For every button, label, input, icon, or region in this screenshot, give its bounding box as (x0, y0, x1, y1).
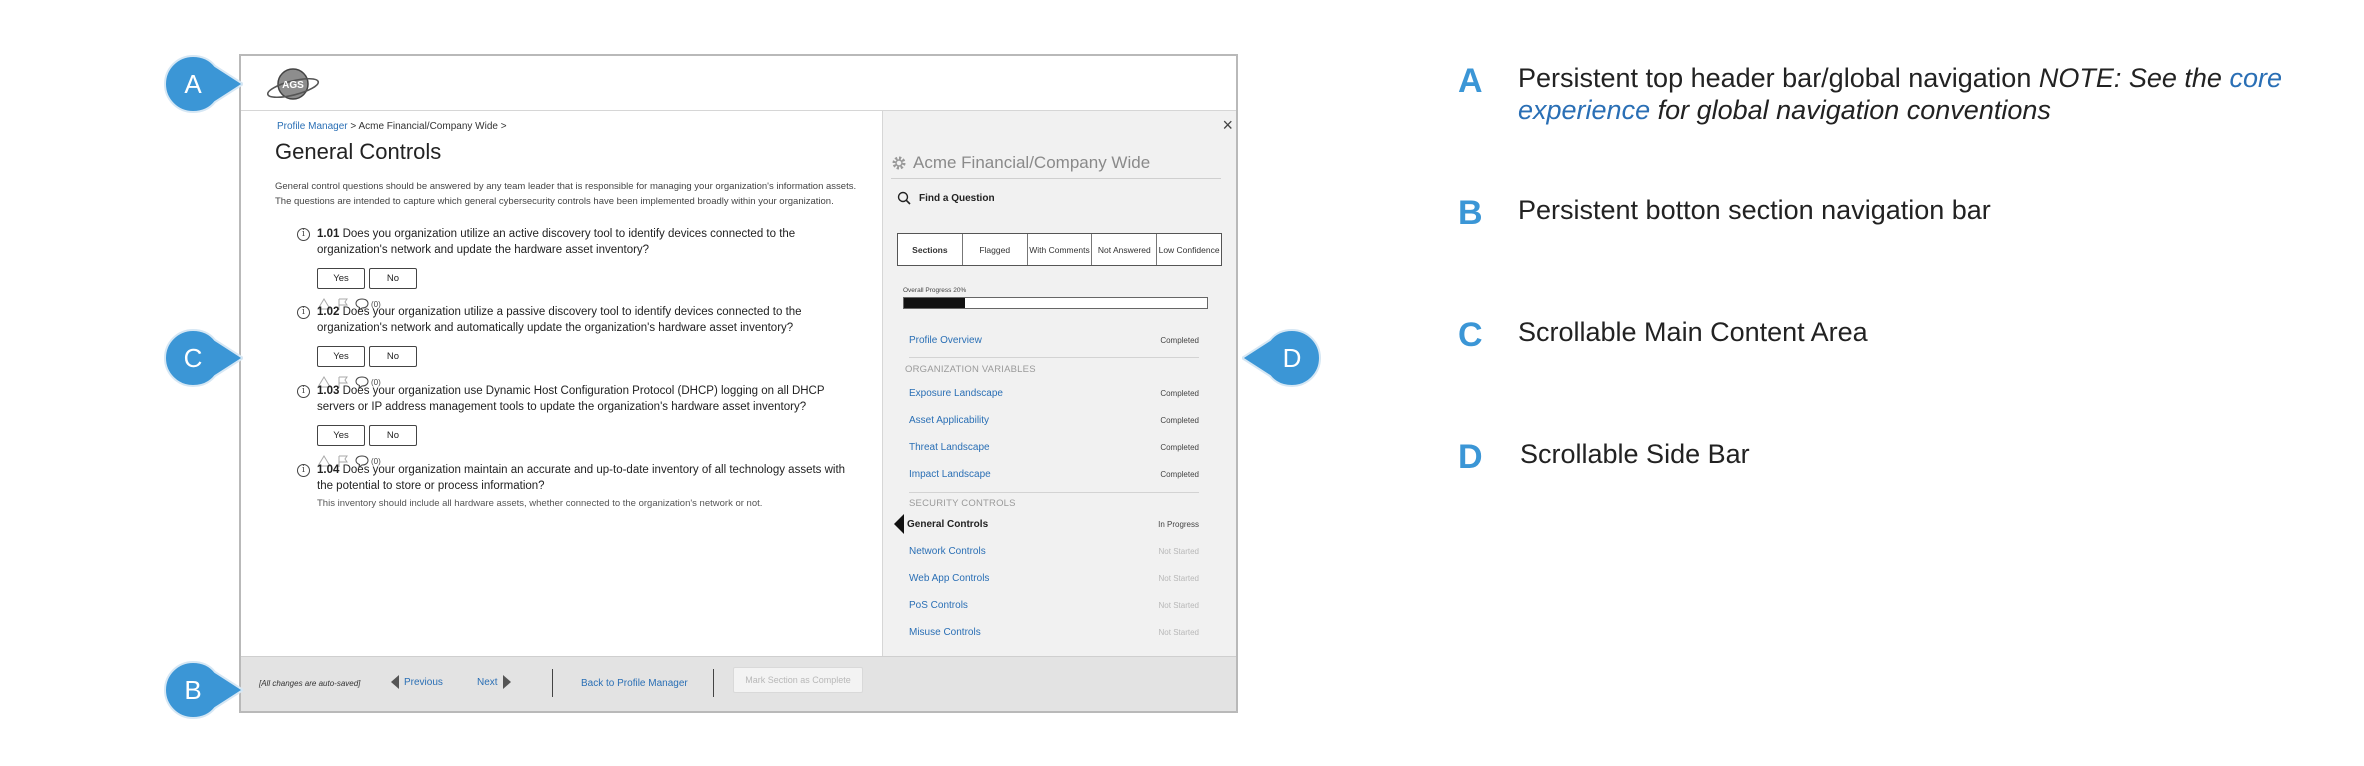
yes-button[interactable]: Yes (317, 425, 365, 446)
tab-with-comments[interactable]: With Comments (1028, 234, 1093, 265)
legend-letter: A (1458, 62, 1483, 100)
progress-fill (904, 298, 965, 308)
current-section-arrow-icon (894, 514, 904, 534)
section-pos-controls[interactable]: PoS Controls Not Started (909, 598, 1199, 612)
question-1-01: i 1.01 Does you organization utilize an … (297, 226, 857, 312)
search-icon (897, 191, 911, 205)
yes-button[interactable]: Yes (317, 346, 365, 367)
next-label: Next (477, 676, 498, 688)
question-1-03: i 1.03 Does your organization use Dynami… (297, 383, 857, 469)
section-impact-landscape[interactable]: Impact Landscape Completed (909, 467, 1199, 481)
section-profile-overview[interactable]: Profile Overview Completed (909, 333, 1199, 347)
main-content-area: Profile Manager > Acme Financial/Company… (241, 111, 882, 656)
divider (552, 669, 553, 697)
question-text: Does your organization utilize a passive… (317, 306, 802, 334)
question-1-02: i 1.02 Does your organization utilize a … (297, 304, 857, 390)
progress-bar (903, 297, 1208, 309)
info-icon[interactable]: i (297, 306, 310, 319)
question-text: Does your organization use Dynamic Host … (317, 385, 825, 413)
section-general-controls[interactable]: General Controls In Progress (907, 517, 1199, 531)
next-button[interactable]: Next (477, 675, 511, 689)
back-to-profile-manager-link[interactable]: Back to Profile Manager (581, 678, 688, 689)
side-bar: × Acme Financial/Company Wide Find a Que… (882, 111, 1236, 656)
question-1-04: i 1.04 Does your organization maintain a… (297, 462, 857, 509)
autosave-note: [All changes are auto-saved] (259, 679, 361, 688)
section-threat-landscape[interactable]: Threat Landscape Completed (909, 440, 1199, 454)
info-icon[interactable]: i (297, 464, 310, 477)
legend-letter: D (1458, 438, 1483, 476)
intro-text: General control questions should be answ… (275, 181, 857, 207)
top-header-bar: AGS (241, 56, 1236, 111)
divider (909, 357, 1199, 358)
org-header: Acme Financial/Company Wide (891, 147, 1221, 179)
security-controls-heading: SECURITY CONTROLS (909, 498, 1016, 509)
info-icon[interactable]: i (297, 228, 310, 241)
section-network-controls[interactable]: Network Controls Not Started (909, 544, 1199, 558)
question-subtext: This inventory should include all hardwa… (317, 498, 763, 509)
legend-text: Persistent top header bar/global navigat… (1518, 63, 2282, 125)
sidebar-tabs: Sections Flagged With Comments Not Answe… (897, 233, 1222, 266)
previous-label: Previous (404, 676, 443, 688)
legend-text: Scrollable Main Content Area (1518, 317, 1868, 347)
no-button[interactable]: No (369, 268, 417, 289)
page-title: General Controls (275, 139, 442, 164)
find-question-label: Find a Question (919, 192, 995, 204)
callout-a: A (163, 54, 243, 114)
section-exposure-landscape[interactable]: Exposure Landscape Completed (909, 386, 1199, 400)
org-vars-heading: ORGANIZATION VARIABLES (905, 364, 1036, 375)
yes-button[interactable]: Yes (317, 268, 365, 289)
chevron-right-icon (502, 675, 511, 689)
question-number: 1.02 (317, 306, 340, 318)
info-icon[interactable]: i (297, 385, 310, 398)
find-question[interactable]: Find a Question (897, 191, 995, 205)
mark-section-complete-button[interactable]: Mark Section as Complete (733, 667, 863, 693)
logo-text: AGS (282, 80, 304, 91)
bottom-section-nav-bar: [All changes are auto-saved] Previous Ne… (241, 656, 1236, 711)
breadcrumb-profile-manager-link[interactable]: Profile Manager (277, 121, 348, 132)
legend-letter: C (1458, 316, 1483, 354)
chevron-left-icon (391, 675, 399, 689)
gear-icon[interactable] (891, 155, 907, 171)
section-misuse-controls[interactable]: Misuse Controls Not Started (909, 625, 1199, 639)
callout-c: C (163, 328, 243, 388)
tab-not-answered[interactable]: Not Answered (1092, 234, 1158, 265)
ags-logo[interactable]: AGS (266, 66, 325, 104)
question-text: Does you organization utilize an active … (317, 228, 796, 256)
breadcrumb-rest: > Acme Financial/Company Wide > (347, 121, 507, 132)
wireframe-frame: AGS Profile Manager > Acme Financial/Com… (239, 54, 1238, 713)
callout-d: D (1242, 328, 1322, 388)
divider (909, 492, 1199, 493)
callout-b: B (163, 660, 243, 720)
section-asset-applicability[interactable]: Asset Applicability Completed (909, 413, 1199, 427)
no-button[interactable]: No (369, 346, 417, 367)
tab-sections[interactable]: Sections (898, 234, 963, 265)
legend-text: Persistent botton section navigation bar (1518, 195, 1991, 225)
question-number: 1.04 (317, 464, 340, 476)
question-number: 1.03 (317, 385, 340, 397)
no-button[interactable]: No (369, 425, 417, 446)
legend-letter: B (1458, 194, 1483, 232)
question-number: 1.01 (317, 228, 340, 240)
divider (713, 669, 714, 697)
breadcrumb: Profile Manager > Acme Financial/Company… (277, 121, 507, 132)
question-text: Does your organization maintain an accur… (317, 464, 846, 492)
progress-label: Overall Progress 20% (903, 287, 967, 294)
tab-low-confidence[interactable]: Low Confidence (1157, 234, 1221, 265)
org-name: Acme Financial/Company Wide (913, 152, 1151, 172)
tab-flagged[interactable]: Flagged (963, 234, 1028, 265)
previous-button[interactable]: Previous (391, 675, 443, 689)
section-web-app-controls[interactable]: Web App Controls Not Started (909, 571, 1199, 585)
legend-text: Scrollable Side Bar (1520, 439, 1750, 469)
close-icon[interactable]: × (1222, 115, 1233, 136)
